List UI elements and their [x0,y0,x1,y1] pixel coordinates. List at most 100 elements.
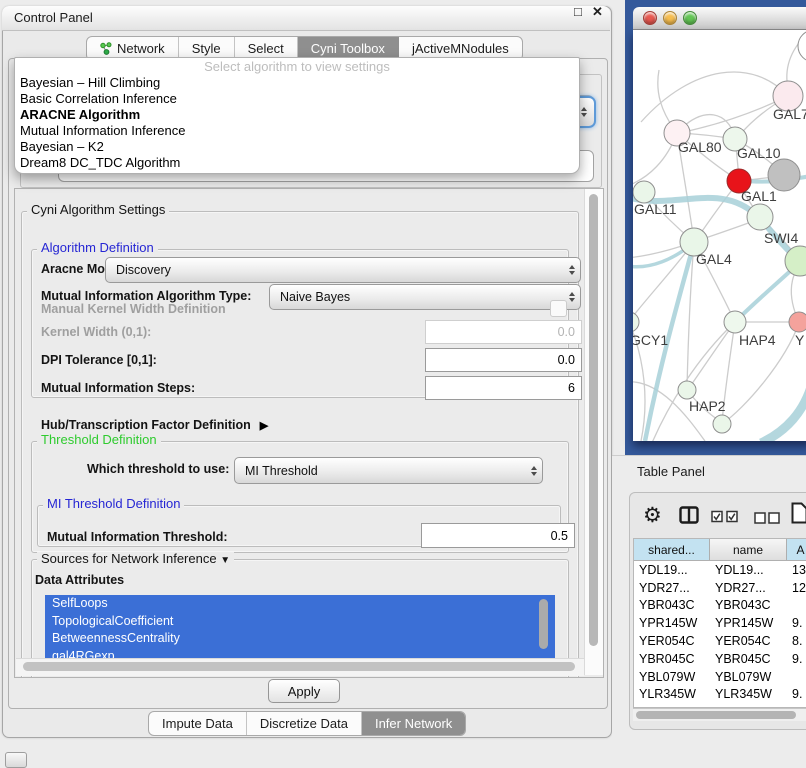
aracne-mode-value: Discovery [116,263,171,277]
list-scrollbar-thumb[interactable] [539,599,548,649]
mi-steps-field[interactable]: 6 [425,376,582,400]
sources-title: Sources for Network Inference [41,551,217,566]
algorithm-option-bayesian-k2[interactable]: Bayesian – K2 [15,139,579,155]
column-header-a[interactable]: A [787,539,806,560]
tab-label: Discretize Data [260,716,348,731]
attribute-item-gal4rgexp[interactable]: gal4RGexp [45,648,555,659]
data-attributes-list[interactable]: SelfLoopsTopologicalCoefficientBetweenne… [45,595,555,658]
settings-scrollpane: Cyni Algorithm Settings Algorithm Defini… [14,188,604,678]
algorithm-option-aracne-algorithm[interactable]: ARACNE Algorithm [15,107,579,123]
table-row[interactable]: YDR27...YDR27...12 [634,579,806,597]
manual-kernel-label: Manual Kernel Width Definition [41,302,226,316]
data-attributes-label: Data Attributes [35,573,124,587]
aracne-mode-combo[interactable]: Discovery [105,257,581,283]
column-header-name[interactable]: name [710,539,787,560]
vertical-scrollbar-thumb[interactable] [589,194,598,646]
table-cell: YBL079W [634,670,710,684]
tab-discretize-data[interactable]: Discretize Data [247,712,362,735]
close-traffic-light[interactable] [643,11,657,25]
mi-threshold-field[interactable]: 0.5 [421,523,575,548]
gear-icon[interactable]: ⚙ [643,503,662,528]
table-row[interactable]: YDL19...YDL19...13 [634,561,806,579]
network-node-gal11[interactable] [633,181,655,203]
apply-button[interactable]: Apply [268,679,340,703]
network-node-hap4[interactable] [724,311,746,333]
control-panel-titlebar: Control Panel [2,6,610,31]
split-columns-icon[interactable] [679,506,699,529]
column-header-shared[interactable]: shared... [634,539,710,560]
algorithm-dropdown-popup: Select algorithm to view settings Bayesi… [14,57,580,174]
attribute-item-topologicalcoefficient[interactable]: TopologicalCoefficient [45,613,555,631]
combo-stepper-icon [569,285,575,309]
dropdown-item-list: Bayesian – Hill ClimbingBasic Correlatio… [15,75,579,171]
table-cell: 8. [787,634,806,648]
mi-threshold-label: Mutual Information Threshold: [47,530,228,544]
algorithm-option-dream8-dc-tdc-algorithm[interactable]: Dream8 DC_TDC Algorithm [15,155,579,171]
network-node-swi4[interactable] [747,204,773,230]
network-window-titlebar[interactable] [633,7,806,30]
attribute-item-selfloops[interactable]: SelfLoops [45,595,555,613]
table-row[interactable]: YLR345WYLR345W9. [634,686,806,704]
horizontal-scrollbar[interactable] [16,658,584,676]
tab-label: Network [117,41,165,56]
table-cell: YDR27... [710,581,787,595]
dropdown-placeholder: Select algorithm to view settings [15,58,579,75]
which-threshold-combo[interactable]: MI Threshold [234,457,543,484]
bottom-tab-bar: Impute Data Discretize Data Infer Network [148,711,466,736]
dpi-tolerance-field[interactable]: 0.0 [425,348,582,372]
table-header-row: shared...nameA [634,539,806,561]
table-scrollbar-thumb[interactable] [636,711,796,719]
file-icon[interactable] [791,502,806,529]
horizontal-scrollbar-thumb[interactable] [23,662,575,671]
sources-title-toggle[interactable]: Sources for Network Inference ▼ [37,552,234,568]
table-row[interactable]: YBR045CYBR045C9. [634,650,806,668]
algorithm-option-basic-correlation-inference[interactable]: Basic Correlation Inference [15,91,579,107]
zoom-traffic-light[interactable] [683,11,697,25]
table-cell: YDR27... [634,581,710,595]
table-cell: YER054C [710,634,787,648]
mi-type-combo[interactable]: Naive Bayes [269,284,581,310]
table-horizontal-scrollbar[interactable] [633,708,806,721]
network-node[interactable] [768,159,800,191]
network-node[interactable] [798,30,806,62]
node-label-gal1: GAL1 [741,188,777,204]
tab-infer-network[interactable]: Infer Network [362,712,465,735]
network-node-hap2[interactable] [678,381,696,399]
table-row[interactable]: YER054CYER054C8. [634,632,806,650]
mi-threshold-title: MI Threshold Definition [43,497,184,511]
table-cell: YPR145W [710,616,787,630]
table-cell: 9. [787,652,806,666]
dpi-tolerance-label: DPI Tolerance [0,1]: [41,353,157,367]
checked-boxes-icon[interactable] [711,510,739,528]
table-row[interactable]: YPR145WYPR145W9. [634,614,806,632]
down-arrow-icon [581,113,587,117]
kernel-width-field[interactable]: 0.0 [425,320,582,344]
table-cell: 13 [787,563,806,577]
unchecked-boxes-icon[interactable] [754,511,780,529]
table-cell: YBR045C [634,652,710,666]
tab-label: jActiveMNodules [412,41,509,56]
network-node[interactable] [713,415,731,433]
table-cell: YER054C [634,634,710,648]
algorithm-option-mutual-information-inference[interactable]: Mutual Information Inference [15,123,579,139]
attribute-item-betweennesscentrality[interactable]: BetweennessCentrality [45,630,555,648]
close-window-icon[interactable]: ✕ [592,4,603,20]
table-row[interactable]: YBR043CYBR043C [634,597,806,615]
control-panel-title: Control Panel [14,10,93,25]
float-window-icon[interactable]: □ [574,4,582,19]
manual-kernel-checkbox[interactable] [550,300,567,317]
network-node-gcy1[interactable] [633,312,639,332]
node-label-y: Y [795,332,805,348]
dpi-tolerance-value: 0.0 [558,353,575,367]
network-icon [100,42,112,55]
minimize-traffic-light[interactable] [663,11,677,25]
tab-impute-data[interactable]: Impute Data [149,712,247,735]
kernel-width-value: 0.0 [558,325,575,339]
hub-definition-toggle[interactable]: Hub/Transcription Factor Definition ▶ [41,418,268,432]
vertical-scrollbar[interactable] [584,189,603,675]
network-node-y[interactable] [789,312,806,332]
algorithm-option-bayesian-hill-climbing[interactable]: Bayesian – Hill Climbing [15,75,579,91]
network-canvas[interactable]: GAL7GAL80GAL10GAL1GAL11SWI4GAL4GCY1HAP4Y… [633,30,806,441]
tab-label: Infer Network [375,716,452,731]
table-row[interactable]: YBL079WYBL079W [634,668,806,686]
